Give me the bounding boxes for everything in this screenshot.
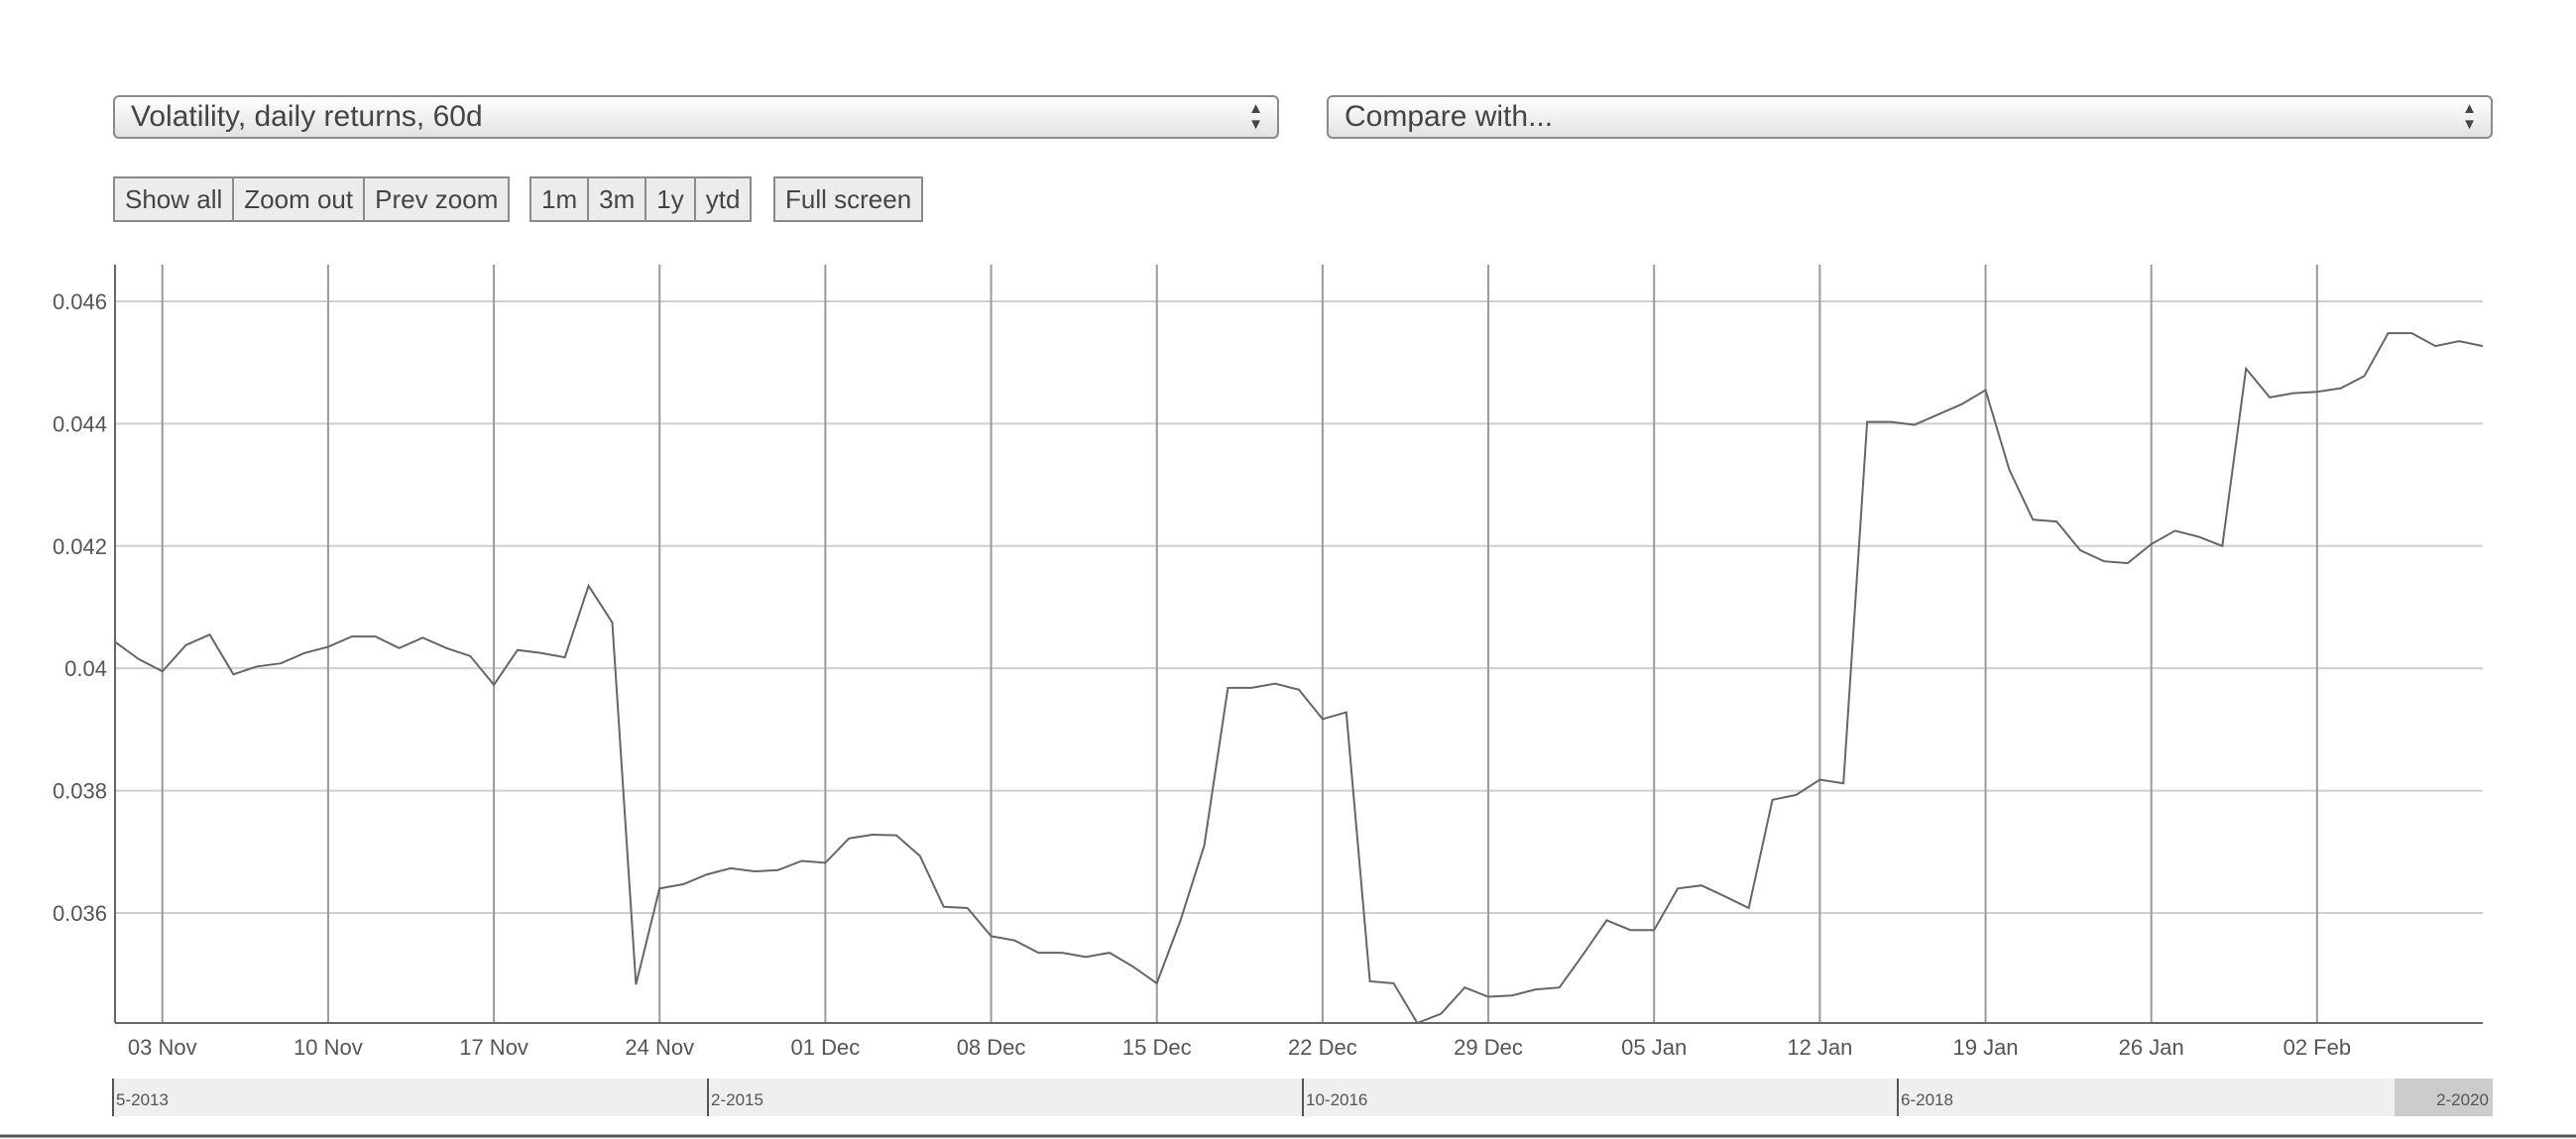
- x-tick-label: 10 Nov: [293, 1035, 363, 1060]
- x-tick-label: 24 Nov: [625, 1035, 694, 1060]
- x-tick-label: 03 Nov: [128, 1035, 197, 1060]
- y-tick-label: 0.038: [53, 779, 107, 804]
- x-tick-label: 12 Jan: [1787, 1035, 1852, 1060]
- x-axis-tick-labels: 03 Nov 10 Nov 17 Nov 24 Nov 01 Dec 08 Dec 15 D…: [128, 1035, 2351, 1060]
- navigator-label: 2-2015: [711, 1090, 763, 1109]
- y-tick-label: 0.036: [53, 901, 107, 926]
- y-tick-label: 0.046: [53, 289, 107, 314]
- navigator-label: 10-2016: [1306, 1090, 1367, 1109]
- navigator-label: 2-2020: [2436, 1090, 2489, 1109]
- navigator[interactable]: 5-2013 2-2015 10-2016 6-2018 2-2020: [0, 1079, 2576, 1138]
- y-tick-label: 0.044: [53, 411, 107, 436]
- x-tick-label: 29 Dec: [1454, 1035, 1523, 1060]
- x-tick-label: 01 Dec: [791, 1035, 861, 1060]
- horizontal-gridlines: [115, 300, 2483, 914]
- x-tick-label: 22 Dec: [1288, 1035, 1357, 1060]
- vertical-gridlines: [161, 265, 2318, 1023]
- x-tick-label: 08 Dec: [957, 1035, 1026, 1060]
- x-tick-label: 02 Feb: [2283, 1035, 2352, 1060]
- x-tick-label: 19 Jan: [1952, 1035, 2018, 1060]
- volatility-chart: 0.046 0.044 0.042 0.04 0.038 0.036 03 Nov 10 N…: [0, 265, 2576, 1138]
- y-tick-label: 0.042: [53, 534, 107, 559]
- x-tick-label: 15 Dec: [1122, 1035, 1192, 1060]
- x-tick-label: 26 Jan: [2119, 1035, 2184, 1060]
- volatility-series-line: [114, 332, 2484, 1025]
- navigator-label: 6-2018: [1901, 1090, 1953, 1109]
- x-tick-label: 05 Jan: [1621, 1035, 1687, 1060]
- y-tick-label: 0.04: [64, 656, 107, 681]
- navigator-label: 5-2013: [116, 1090, 169, 1109]
- y-axis-tick-labels: 0.046 0.044 0.042 0.04 0.038 0.036: [53, 289, 107, 926]
- x-tick-label: 17 Nov: [459, 1035, 528, 1060]
